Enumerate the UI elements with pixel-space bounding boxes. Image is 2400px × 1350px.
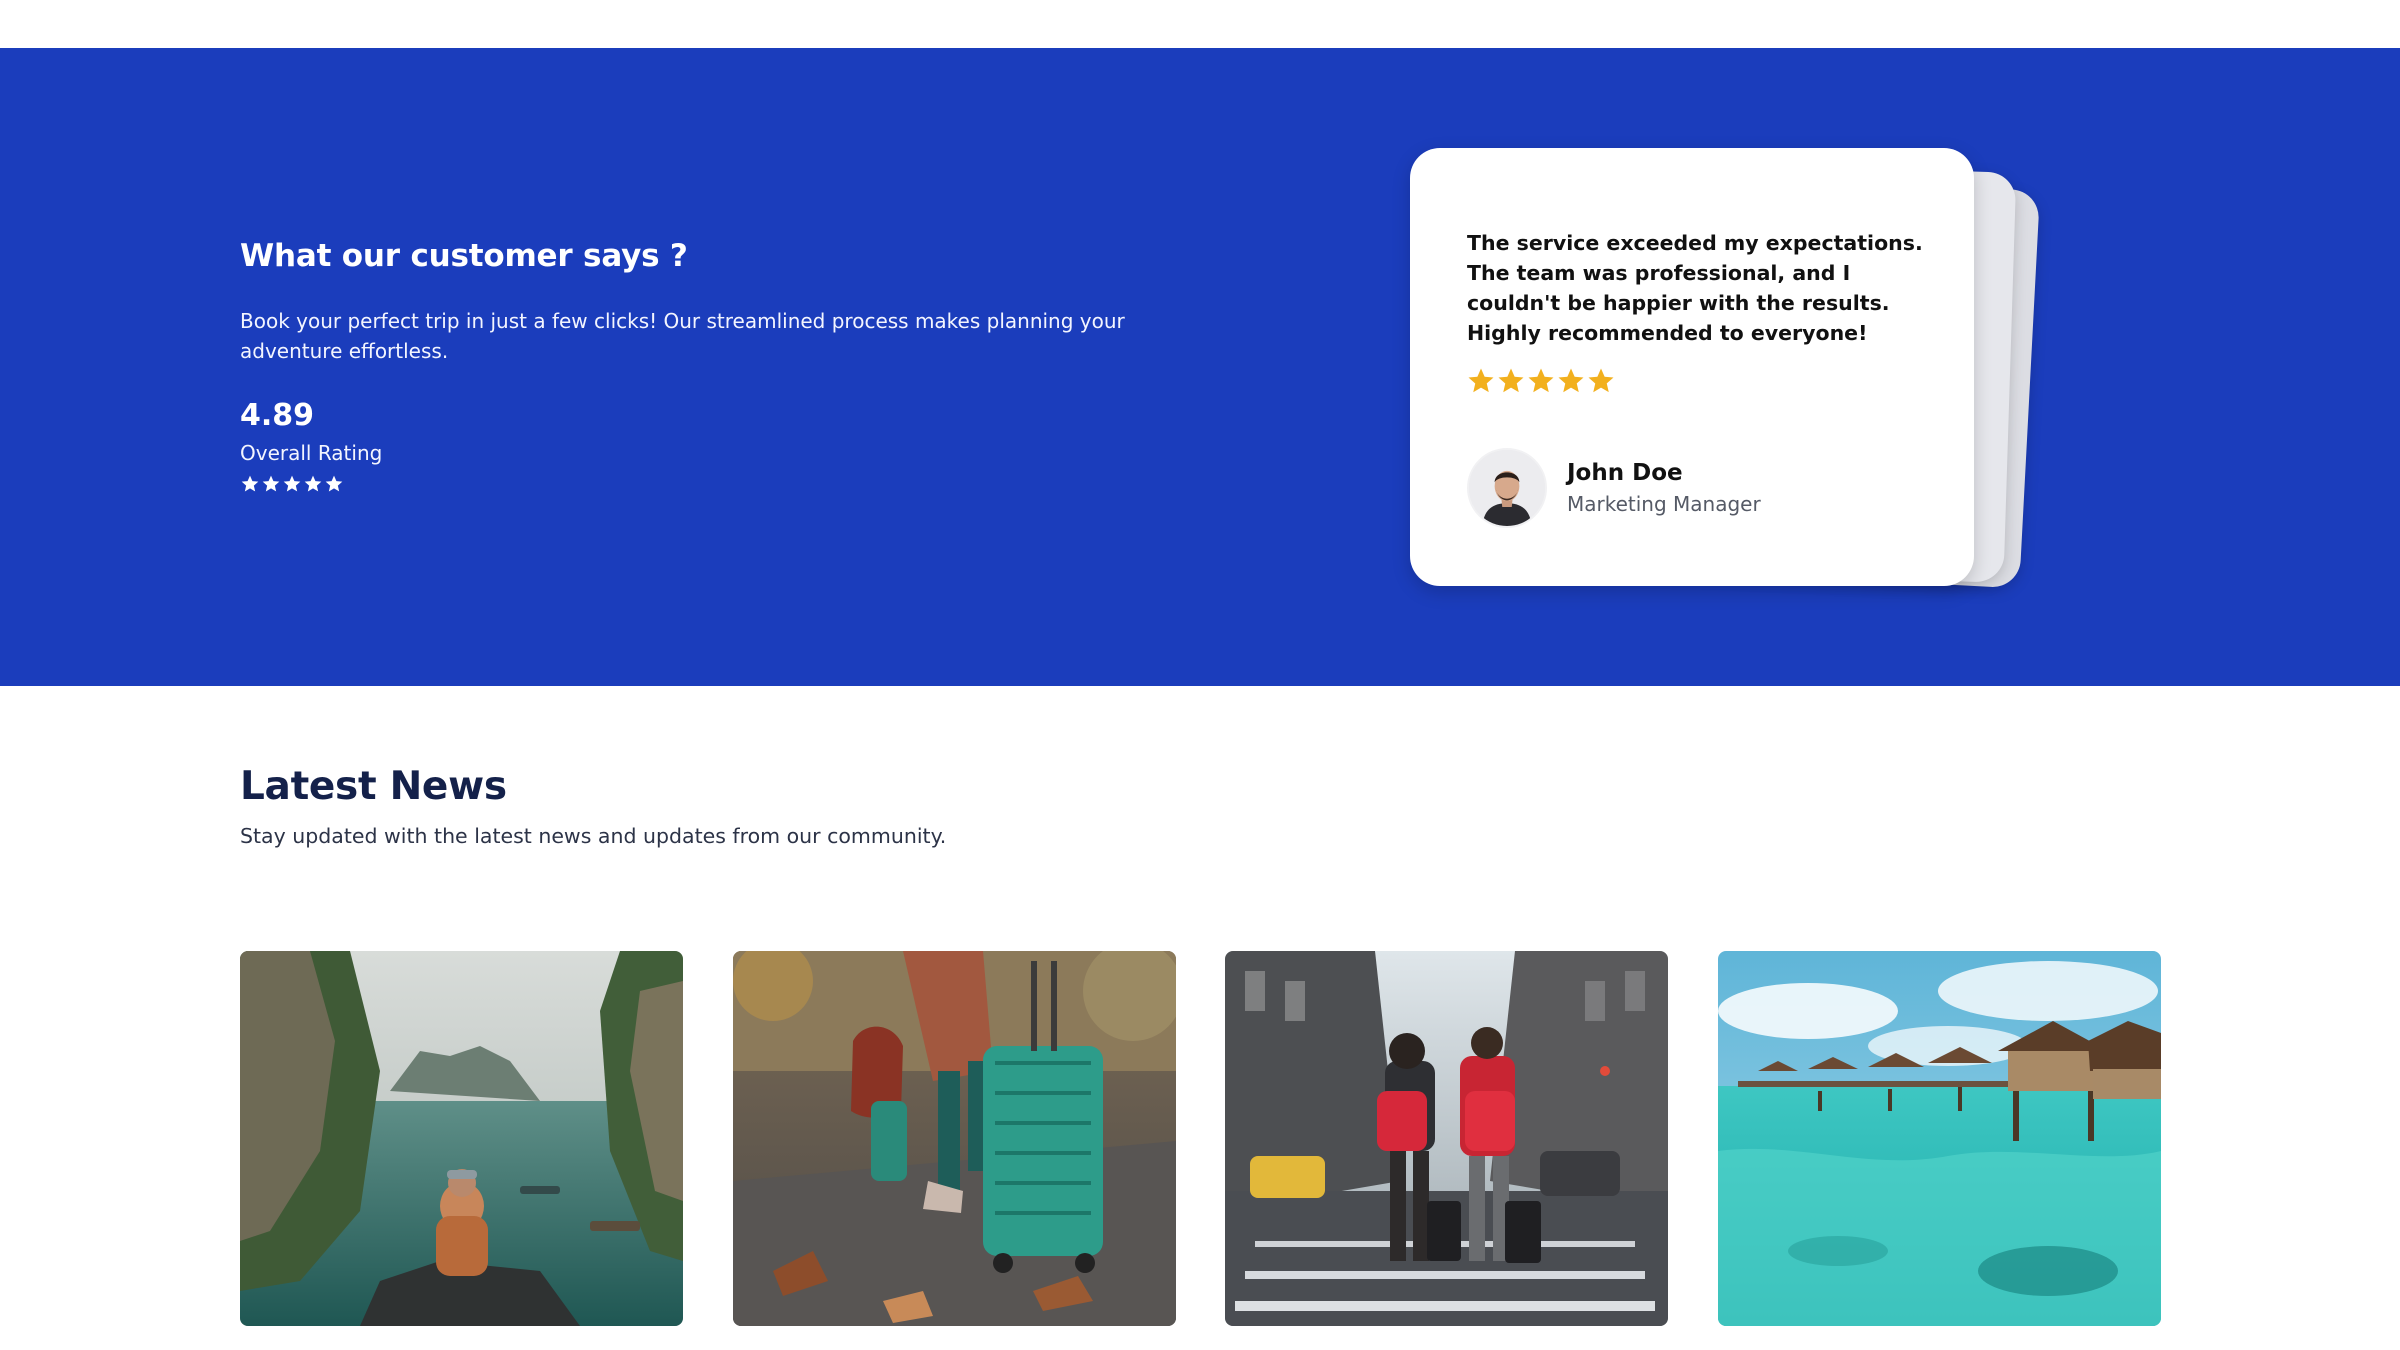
- latest-news-section: Latest News Stay updated with the latest…: [0, 686, 2400, 1350]
- news-card-4[interactable]: [1718, 951, 2161, 1326]
- testimonials-intro: What our customer says ? Book your perfe…: [240, 236, 1140, 494]
- news-card-1[interactable]: [240, 951, 683, 1326]
- testimonials-section: What our customer says ? Book your perfe…: [0, 48, 2400, 686]
- news-subtitle: Stay updated with the latest news and up…: [240, 824, 947, 848]
- news-card-3[interactable]: [1225, 951, 1668, 1326]
- star-icon: [1498, 368, 1524, 393]
- walking-with-suitcase-photo: [733, 951, 1176, 1326]
- testimonial-stars: [1466, 366, 1616, 396]
- star-icon: [283, 475, 301, 492]
- overall-rating-label: Overall Rating: [240, 441, 383, 465]
- travelers-city-street-photo: [1225, 951, 1668, 1326]
- star-icon: [325, 475, 343, 492]
- overall-rating-value: 4.89: [240, 398, 315, 433]
- testimonial-card: The service exceeded my expectations. Th…: [1410, 148, 1974, 586]
- star-icon: [1558, 368, 1584, 393]
- star-icon: [1588, 368, 1614, 393]
- star-icon: [262, 475, 280, 492]
- author-role: Marketing Manager: [1567, 492, 1761, 516]
- avatar: [1467, 448, 1547, 528]
- star-icon: [304, 475, 322, 492]
- testimonials-heading: What our customer says ?: [240, 238, 688, 274]
- overwater-bungalows-photo: [1718, 951, 2161, 1326]
- star-icon: [1528, 368, 1554, 393]
- star-icon: [241, 475, 259, 492]
- news-card-2[interactable]: [733, 951, 1176, 1326]
- news-title: Latest News: [240, 764, 507, 809]
- author-name: John Doe: [1567, 460, 1683, 486]
- top-header-strip: [0, 0, 2400, 48]
- testimonial-quote: The service exceeded my expectations. Th…: [1467, 231, 1923, 345]
- testimonials-description: Book your perfect trip in just a few cli…: [240, 309, 1125, 363]
- testimonial-author: John Doe Marketing Manager: [1467, 448, 1761, 528]
- overall-rating-stars: [240, 474, 1140, 494]
- traveler-overlooking-bay-photo: [240, 951, 683, 1326]
- testimonial-card-stack[interactable]: The service exceeded my expectations. Th…: [1410, 148, 2041, 648]
- star-icon: [1468, 368, 1494, 393]
